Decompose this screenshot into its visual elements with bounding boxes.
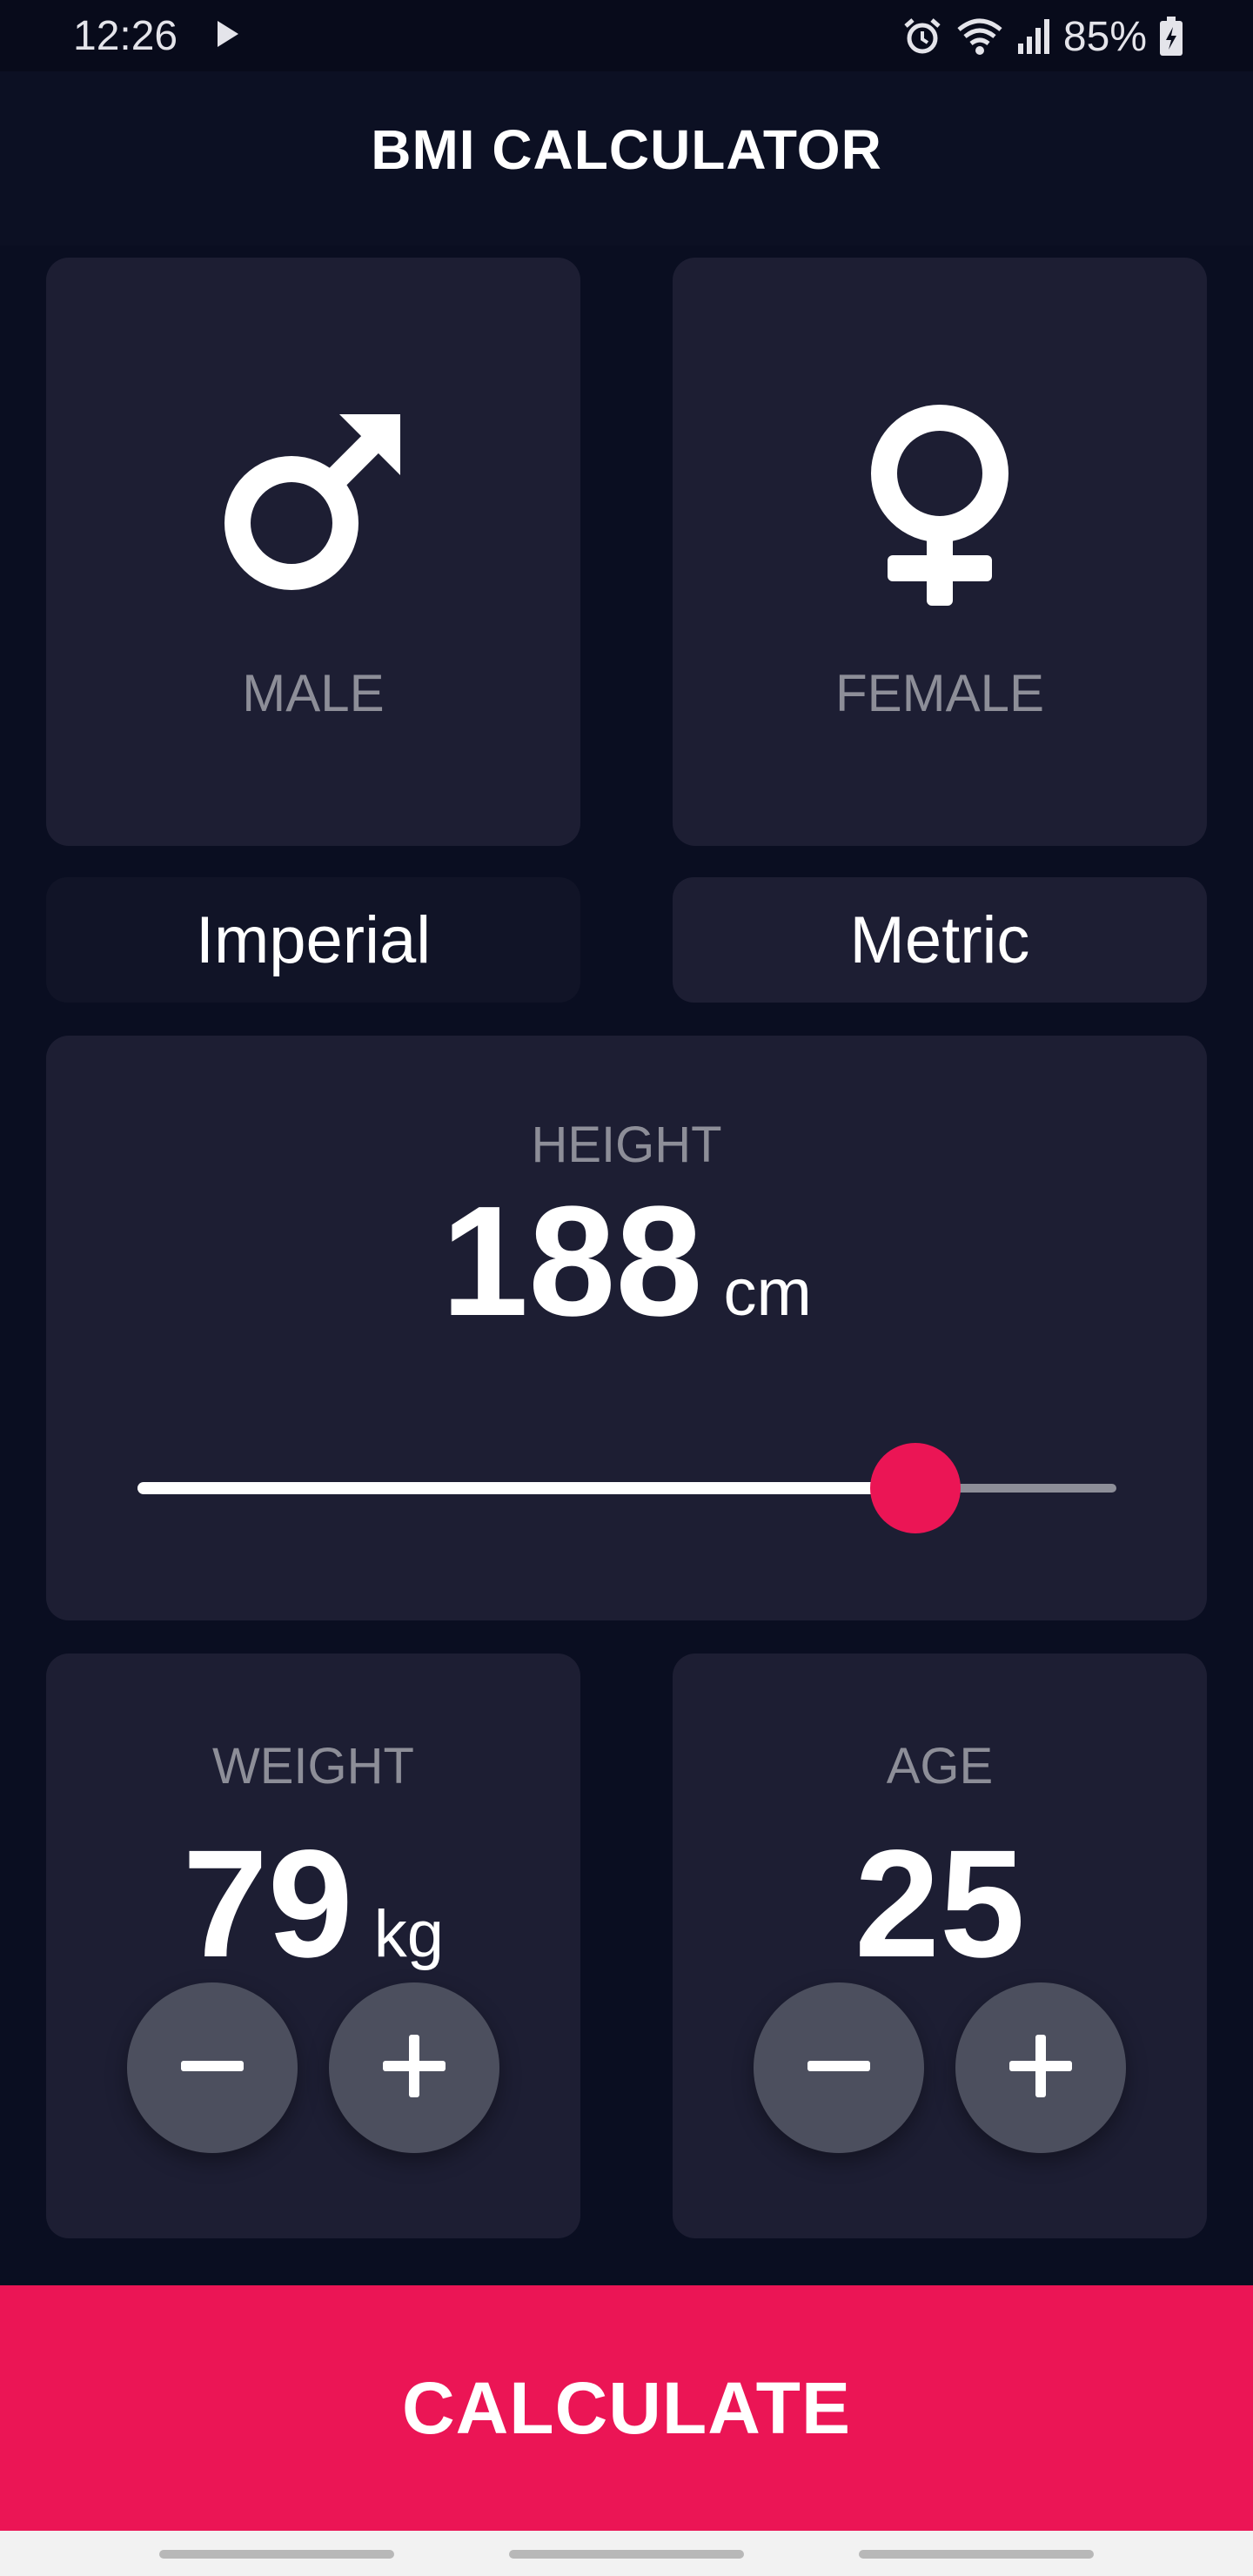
age-plus-button[interactable] — [955, 1982, 1126, 2153]
age-label: AGE — [886, 1738, 994, 1794]
male-label: MALE — [242, 664, 385, 722]
weight-card: WEIGHT 79 kg — [46, 1654, 580, 2238]
male-card[interactable]: MALE — [46, 258, 580, 846]
weight-unit: kg — [373, 1897, 445, 1971]
system-nav-bar — [0, 2531, 1253, 2576]
calculate-button[interactable]: CALCULATE — [0, 2285, 1253, 2531]
nav-recents-pill[interactable] — [159, 2550, 394, 2559]
height-label: HEIGHT — [531, 1117, 722, 1173]
female-symbol-icon — [853, 397, 1027, 619]
slider-track-fill — [137, 1482, 916, 1494]
male-symbol-icon — [209, 397, 418, 610]
status-time: 12:26 — [73, 13, 178, 59]
signal-icon — [1016, 17, 1051, 56]
weight-label: WEIGHT — [212, 1738, 414, 1794]
metric-button[interactable]: Metric — [673, 877, 1207, 1003]
alarm-icon — [901, 16, 943, 57]
nav-back-pill[interactable] — [859, 2550, 1094, 2559]
height-unit: cm — [723, 1256, 812, 1330]
minus-icon — [178, 2031, 247, 2105]
age-value: 25 — [854, 1819, 1025, 1989]
app-bar: BMI CALCULATOR — [0, 71, 1253, 245]
weight-plus-button[interactable] — [329, 1982, 499, 2153]
plus-icon — [1006, 2031, 1075, 2105]
height-value: 188 — [441, 1174, 703, 1349]
minus-icon — [804, 2031, 874, 2105]
battery-icon — [1159, 17, 1183, 57]
female-label: FEMALE — [834, 664, 1045, 722]
age-card: AGE 25 — [673, 1654, 1207, 2238]
age-value-row: 25 — [673, 1828, 1207, 1981]
weight-value: 79 — [182, 1819, 353, 1989]
age-minus-button[interactable] — [754, 1982, 924, 2153]
imperial-button[interactable]: Imperial — [46, 877, 580, 1003]
play-icon — [216, 19, 240, 53]
status-bar: 12:26 85% — [0, 0, 1253, 71]
slider-thumb[interactable] — [870, 1443, 962, 1533]
plus-icon — [379, 2031, 449, 2105]
battery-percent: 85% — [1062, 13, 1147, 60]
weight-minus-button[interactable] — [127, 1982, 298, 2153]
wifi-icon — [955, 16, 1004, 57]
height-slider[interactable] — [137, 1436, 1116, 1540]
height-card: HEIGHT 188 cm — [46, 1036, 1207, 1620]
height-value-row: 188 cm — [46, 1184, 1207, 1340]
nav-home-pill[interactable] — [509, 2550, 744, 2559]
weight-value-row: 79 kg — [46, 1828, 580, 1981]
app-title: BMI CALCULATOR — [371, 118, 882, 181]
female-card[interactable]: FEMALE — [673, 258, 1207, 846]
